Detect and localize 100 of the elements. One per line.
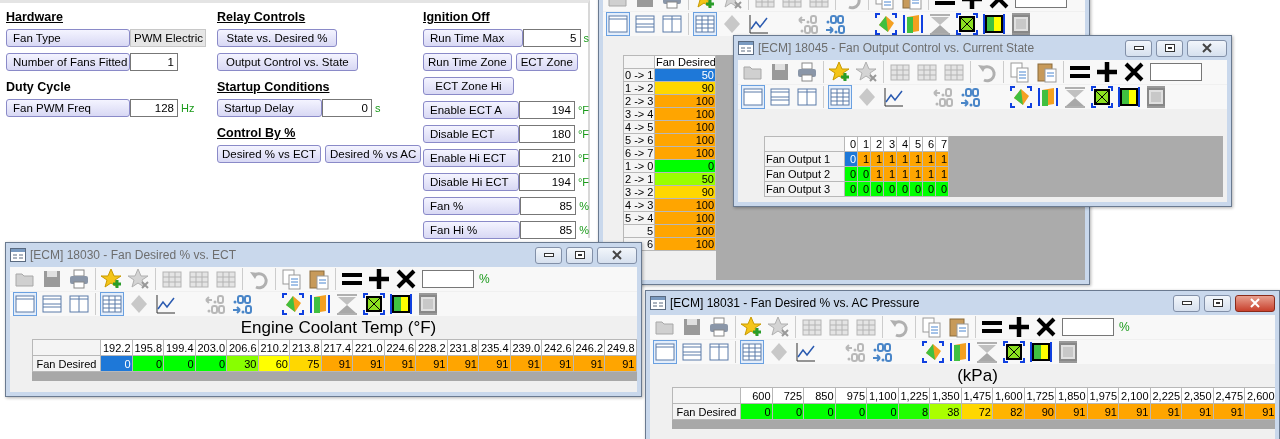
- star-remove-icon[interactable]: [768, 316, 790, 338]
- save-icon[interactable]: [41, 268, 63, 290]
- grid-icon[interactable]: [943, 61, 965, 83]
- half-fill-icon[interactable]: [390, 293, 412, 315]
- split-rows-icon[interactable]: [634, 13, 656, 35]
- gradient-shield-icon[interactable]: [949, 341, 971, 363]
- button[interactable]: Desired % vs ECT: [217, 145, 321, 163]
- crossed-box-icon[interactable]: [1003, 341, 1025, 363]
- value-field[interactable]: 85: [520, 197, 577, 215]
- value-field[interactable]: 1: [130, 53, 178, 71]
- split-columns-icon[interactable]: [708, 341, 730, 363]
- plus-icon[interactable]: [1008, 316, 1030, 338]
- split-columns-icon[interactable]: [796, 86, 818, 108]
- button[interactable]: ECT Zone: [515, 53, 578, 71]
- decimal-decrease-icon[interactable]: [798, 13, 820, 35]
- decimal-increase-icon[interactable]: [960, 86, 982, 108]
- single-pane-icon[interactable]: [654, 341, 676, 363]
- save-icon[interactable]: [681, 316, 703, 338]
- value-input[interactable]: [1062, 318, 1114, 336]
- maximize-button[interactable]: [1156, 39, 1183, 57]
- half-fill-icon[interactable]: [1030, 341, 1052, 363]
- table-view-icon[interactable]: [694, 13, 716, 35]
- value-field[interactable]: 0: [322, 99, 372, 117]
- split-rows-icon[interactable]: [681, 341, 703, 363]
- grid-icon[interactable]: [215, 268, 237, 290]
- table-cell[interactable]: 0: [844, 166, 858, 182]
- print-icon[interactable]: [68, 268, 90, 290]
- line-chart-icon[interactable]: [155, 293, 177, 315]
- value-input[interactable]: [422, 270, 474, 288]
- crossed-box-icon[interactable]: [363, 293, 385, 315]
- dropdown[interactable]: PWM Electric: [130, 29, 206, 47]
- table-cell[interactable]: 1: [922, 166, 936, 182]
- save-icon[interactable]: [769, 61, 791, 83]
- button[interactable]: ECT Zone Hi: [423, 77, 514, 95]
- close-button[interactable]: [597, 246, 637, 264]
- decimal-increase-icon[interactable]: [825, 13, 847, 35]
- split-columns-icon[interactable]: [68, 293, 90, 315]
- single-pane-icon[interactable]: [742, 86, 764, 108]
- star-remove-icon[interactable]: [856, 61, 878, 83]
- single-pane-icon[interactable]: [14, 293, 36, 315]
- gradient-diamond-icon[interactable]: [922, 341, 944, 363]
- paste-icon[interactable]: [1036, 61, 1058, 83]
- value-field[interactable]: 194: [519, 101, 575, 119]
- button[interactable]: State vs. Desired %: [217, 29, 337, 47]
- maximize-button[interactable]: [566, 246, 593, 264]
- multiply-icon[interactable]: [395, 268, 417, 290]
- minimize-button[interactable]: [535, 246, 562, 264]
- paste-icon[interactable]: [948, 316, 970, 338]
- multiply-icon[interactable]: [1035, 316, 1057, 338]
- decimal-decrease-icon[interactable]: [933, 86, 955, 108]
- value-field[interactable]: 180: [519, 125, 575, 143]
- table-view-icon[interactable]: [829, 86, 851, 108]
- half-fill-icon[interactable]: [983, 13, 1005, 35]
- star-remove-icon[interactable]: [128, 268, 150, 290]
- grid-icon[interactable]: [855, 316, 877, 338]
- table-cell[interactable]: 1: [870, 166, 884, 182]
- close-button[interactable]: [1187, 39, 1227, 57]
- decimal-increase-icon[interactable]: [872, 341, 894, 363]
- line-chart-icon[interactable]: [883, 86, 905, 108]
- button[interactable]: Run Time Zone: [423, 53, 512, 71]
- star-add-icon[interactable]: [829, 61, 851, 83]
- split-columns-icon[interactable]: [661, 13, 683, 35]
- crossed-box-icon[interactable]: [1091, 86, 1113, 108]
- decimal-decrease-icon[interactable]: [205, 293, 227, 315]
- plus-icon[interactable]: [1096, 61, 1118, 83]
- table-view-icon[interactable]: [101, 293, 123, 315]
- value-input[interactable]: [1150, 63, 1202, 81]
- print-icon[interactable]: [796, 61, 818, 83]
- gradient-shield-icon[interactable]: [1037, 86, 1059, 108]
- value-field[interactable]: 210: [519, 149, 575, 167]
- print-icon[interactable]: [708, 316, 730, 338]
- table-cell[interactable]: 1: [896, 166, 910, 182]
- line-chart-icon[interactable]: [748, 13, 770, 35]
- gradient-diamond-icon[interactable]: [1010, 86, 1032, 108]
- value-field[interactable]: 194: [519, 173, 575, 191]
- value-field[interactable]: 85: [520, 221, 577, 239]
- crossed-box-icon[interactable]: [956, 13, 978, 35]
- maximize-button[interactable]: [1204, 294, 1231, 312]
- multiply-icon[interactable]: [1123, 61, 1145, 83]
- minimize-button[interactable]: [1173, 294, 1200, 312]
- star-add-icon[interactable]: [101, 268, 123, 290]
- decimal-increase-icon[interactable]: [232, 293, 254, 315]
- grid-icon[interactable]: [828, 316, 850, 338]
- star-add-icon[interactable]: [741, 316, 763, 338]
- gradient-shield-icon[interactable]: [309, 293, 331, 315]
- decimal-decrease-icon[interactable]: [845, 341, 867, 363]
- single-pane-icon[interactable]: [607, 13, 629, 35]
- grid-icon[interactable]: [188, 268, 210, 290]
- paste-icon[interactable]: [308, 268, 330, 290]
- gradient-shield-icon[interactable]: [902, 13, 924, 35]
- button[interactable]: Output Control vs. State: [217, 53, 358, 71]
- value-field[interactable]: 5: [522, 29, 581, 47]
- line-chart-icon[interactable]: [795, 341, 817, 363]
- button[interactable]: Desired % vs AC: [324, 145, 422, 163]
- split-rows-icon[interactable]: [41, 293, 63, 315]
- split-rows-icon[interactable]: [769, 86, 791, 108]
- half-fill-icon[interactable]: [1118, 86, 1140, 108]
- grid-icon[interactable]: [916, 61, 938, 83]
- minimize-button[interactable]: [1125, 39, 1152, 57]
- table-view-icon[interactable]: [741, 341, 763, 363]
